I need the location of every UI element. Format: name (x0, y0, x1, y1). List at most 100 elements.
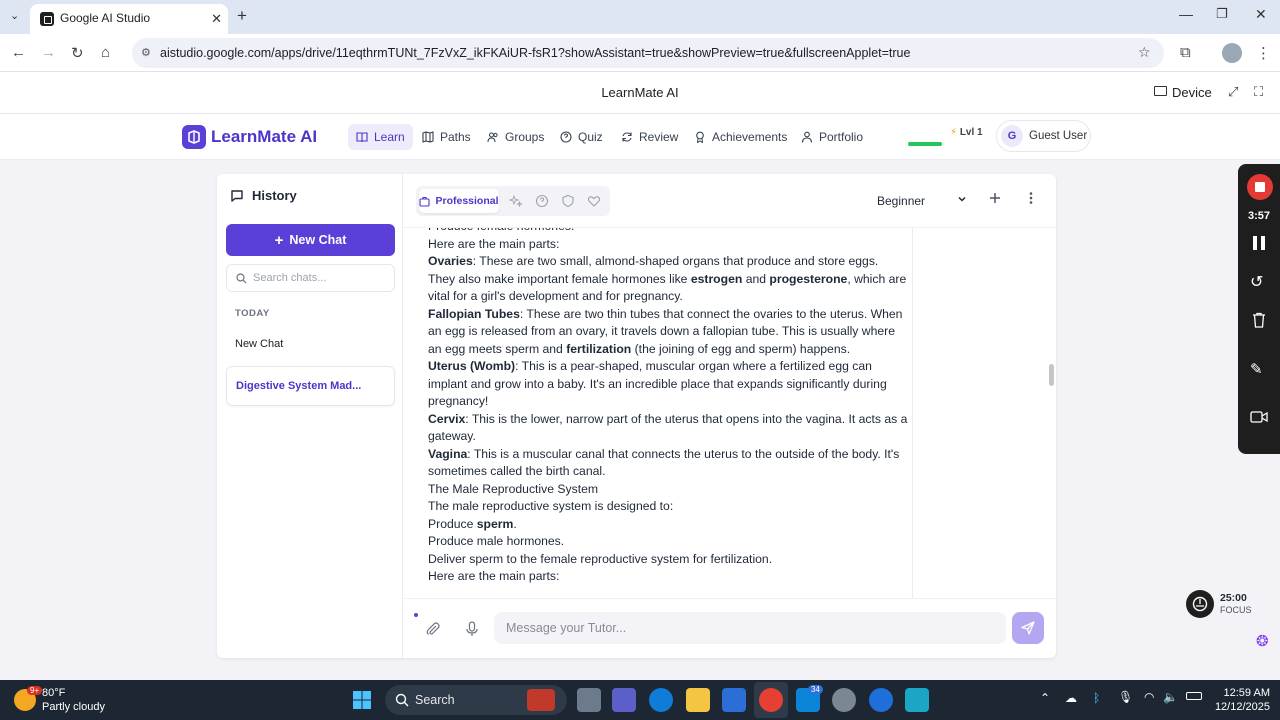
book-icon (356, 132, 368, 143)
address-bar[interactable]: ⚙ aistudio.google.com/apps/drive/11eqthr… (132, 38, 1164, 68)
learnmate-app: LearnMate AI Learn Paths Groups Quiz Rev… (0, 114, 1280, 680)
chevron-up-icon[interactable]: ⌃ (1040, 691, 1050, 705)
restart-icon[interactable]: ↺ (1250, 272, 1263, 292)
back-icon[interactable]: ← (11, 44, 26, 61)
device-toggle[interactable]: Device (1172, 85, 1212, 100)
heart-icon[interactable] (587, 194, 601, 208)
search-chats-input[interactable]: Search chats... (226, 264, 395, 292)
microphone-tray-icon[interactable]: 🎙 (1118, 690, 1133, 704)
settings-icon[interactable] (832, 688, 856, 712)
more-vertical-icon[interactable] (1024, 191, 1038, 205)
history-item[interactable]: New Chat (226, 324, 395, 364)
new-chat-button[interactable]: + New Chat (226, 224, 395, 256)
bolt-icon: ⚡ (950, 127, 958, 138)
nav-paths[interactable]: Paths (414, 124, 479, 150)
volume-icon[interactable]: 🔈 (1163, 690, 1178, 704)
new-chat-label: New Chat (289, 233, 347, 247)
level-select[interactable]: Beginner (868, 189, 972, 213)
history-section-label: TODAY (235, 308, 270, 319)
message-text: Produce male hormones. (428, 534, 565, 548)
app-navbar: LearnMate AI Learn Paths Groups Quiz Rev… (0, 114, 1280, 160)
message-line: Produce male hormones. (428, 533, 908, 551)
level-badge: ⚡ Lvl 1 (950, 127, 983, 138)
focus-label: FOCUS (1220, 605, 1252, 615)
extensions-icon[interactable]: ⧉ (1180, 44, 1191, 61)
logo-icon (182, 125, 206, 149)
window-close-icon[interactable]: ✕ (1255, 6, 1267, 23)
xp-progress-bar (908, 142, 942, 146)
taskbar-search[interactable]: Search (385, 685, 567, 715)
store-icon[interactable] (722, 688, 746, 712)
help-circle-icon[interactable] (535, 194, 549, 208)
message-text: The Male Reproductive System (428, 481, 599, 496)
focus-timer[interactable]: 25:00 FOCUS (1186, 590, 1256, 620)
mode-switcher: Professional (416, 186, 610, 216)
bluetooth-app-icon[interactable] (869, 688, 893, 712)
bold-term: sperm (476, 516, 514, 531)
new-tab-icon[interactable]: + (237, 6, 247, 26)
plus-icon: + (274, 231, 284, 249)
trash-icon[interactable] (1252, 312, 1266, 328)
message-input[interactable] (494, 612, 1006, 644)
nav-learn[interactable]: Learn (348, 124, 413, 150)
wifi-icon[interactable]: ◠ (1144, 690, 1154, 704)
search-highlight-icon (527, 689, 555, 711)
file-explorer-icon[interactable] (686, 688, 710, 712)
app-logo-text[interactable]: LearnMate AI (211, 127, 317, 147)
teams-icon[interactable] (612, 688, 636, 712)
edge-icon[interactable] (649, 688, 673, 712)
shield-icon[interactable] (561, 194, 575, 208)
microphone-icon[interactable] (465, 621, 479, 637)
browser-menu-icon[interactable]: ⋮ (1256, 44, 1271, 62)
rotate-icon[interactable]: ⤢ (1228, 84, 1238, 100)
paperclip-icon[interactable] (425, 621, 441, 637)
pause-icon[interactable] (1253, 236, 1257, 250)
chrome-icon[interactable] (759, 688, 783, 712)
stop-recording-button[interactable] (1247, 174, 1273, 200)
message-text: Here are the main parts: (428, 236, 560, 251)
nav-achievements[interactable]: Achievements (686, 124, 795, 150)
site-info-icon[interactable]: ⚙ (141, 46, 151, 59)
profile-avatar[interactable] (1222, 43, 1242, 63)
notepad-icon[interactable] (905, 688, 929, 712)
brain-icon[interactable]: ❂ (1256, 632, 1269, 650)
nav-achievements-label: Achievements (712, 130, 788, 144)
onedrive-icon[interactable]: ☁ (1065, 691, 1077, 705)
annotate-icon[interactable]: ✎ (1250, 360, 1263, 378)
user-menu[interactable]: G Guest User (996, 120, 1091, 152)
bold-term: Cervix (428, 411, 466, 426)
message-line: Uterus (Womb): This is a pear-shaped, mu… (428, 358, 908, 411)
home-icon[interactable]: ⌂ (101, 44, 110, 61)
maximize-icon[interactable]: ❐ (1216, 6, 1228, 22)
minimize-icon[interactable]: — (1179, 6, 1193, 22)
reload-icon[interactable]: ↻ (71, 44, 84, 62)
nav-review[interactable]: Review (613, 124, 686, 150)
scrollbar[interactable] (1049, 364, 1054, 386)
fullscreen-icon[interactable]: ⛶ (1254, 84, 1263, 100)
bluetooth-icon[interactable]: ᛒ (1093, 691, 1100, 705)
mode-professional[interactable]: Professional (419, 189, 499, 213)
history-item-active[interactable]: Digestive System Mad... (226, 366, 395, 406)
bookmark-star-icon[interactable]: ☆ (1138, 44, 1151, 61)
nav-quiz[interactable]: Quiz (552, 124, 611, 150)
task-view-icon[interactable] (577, 688, 601, 712)
battery-icon[interactable] (1186, 692, 1202, 700)
tab-search-icon[interactable]: ⌄ (10, 9, 19, 22)
tab-close-icon[interactable]: ✕ (211, 11, 222, 27)
pause-icon-bar (1261, 236, 1265, 250)
clock-time[interactable]: 12:59 AM (1214, 687, 1270, 699)
windows-start-icon[interactable] (352, 690, 372, 710)
nav-portfolio[interactable]: Portfolio (793, 124, 871, 150)
nav-groups[interactable]: Groups (479, 124, 552, 150)
browser-tab[interactable]: Google AI Studio ✕ (30, 4, 228, 34)
send-button[interactable] (1012, 612, 1044, 644)
add-icon[interactable] (988, 191, 1002, 205)
url-text: aistudio.google.com/apps/drive/11eqthrmT… (160, 46, 911, 60)
forward-icon[interactable]: → (41, 44, 56, 61)
message-line: Produce female hormones. (428, 228, 908, 236)
camera-icon[interactable] (1250, 410, 1268, 424)
sparkles-icon[interactable] (509, 194, 523, 208)
bold-term: Ovaries (428, 254, 473, 268)
clock-date[interactable]: 12/12/2025 (1200, 701, 1270, 713)
notification-badge: 34 (808, 685, 823, 694)
